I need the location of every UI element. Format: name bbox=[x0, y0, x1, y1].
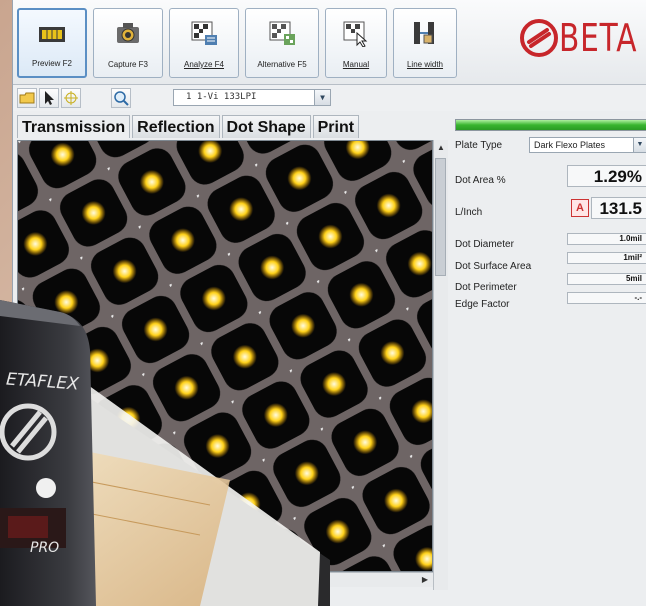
capture-button[interactable]: Capture F3 bbox=[93, 8, 163, 78]
chevron-down-icon[interactable]: ▼ bbox=[314, 90, 330, 105]
camera-icon bbox=[117, 23, 139, 43]
open-folder-button[interactable] bbox=[17, 88, 37, 108]
beta-logo: BETA bbox=[519, 16, 646, 60]
dot-image-viewer[interactable] bbox=[17, 140, 433, 572]
analyze-button[interactable]: Analyze F4 bbox=[169, 8, 239, 78]
dot-diameter-value: 1.0mil bbox=[567, 233, 646, 245]
tab-transmission[interactable]: Transmission bbox=[17, 115, 131, 138]
plate-type-value: Dark Flexo Plates bbox=[534, 140, 606, 150]
app-window: Preview F2 Capture F3 Analyze F4 Alterna… bbox=[12, 0, 646, 606]
results-panel: Plate Type Dark Flexo Plates ▼ Dot Area … bbox=[451, 115, 646, 606]
preview-icon bbox=[39, 27, 65, 42]
line-width-button-label: Line width bbox=[406, 60, 444, 69]
edge-factor-value: -.- bbox=[567, 292, 646, 304]
secondary-toolbar: 1 1-Vi 133LPI ▼ bbox=[13, 85, 646, 111]
line-width-icon bbox=[414, 22, 434, 44]
beta-logo-icon bbox=[520, 19, 558, 57]
open-folder-icon bbox=[19, 92, 35, 104]
manual-button[interactable]: Manual bbox=[325, 8, 387, 78]
zoom-icon bbox=[114, 91, 129, 106]
tab-dot-shape[interactable]: Dot Shape bbox=[221, 115, 311, 138]
screen-select-value: 1 1-Vi 133LPI bbox=[186, 92, 257, 102]
scroll-up-icon[interactable]: ▲ bbox=[435, 142, 447, 154]
scroll-thumb[interactable] bbox=[435, 158, 446, 276]
dot-surface-label: Dot Surface Area bbox=[455, 261, 532, 272]
chevron-down-icon[interactable]: ▼ bbox=[633, 138, 646, 152]
main-toolbar: Preview F2 Capture F3 Analyze F4 Alterna… bbox=[13, 0, 646, 85]
manual-button-label: Manual bbox=[342, 60, 370, 69]
device-pro-badge: PRO bbox=[30, 540, 60, 556]
cursor-icon bbox=[45, 91, 54, 105]
measure-tabs: Transmission Reflection Dot Shape Print bbox=[17, 115, 361, 139]
auto-lpi-badge[interactable]: A bbox=[571, 199, 589, 217]
analyze-icon bbox=[191, 21, 217, 45]
dot-perimeter-label: Dot Perimeter bbox=[455, 282, 517, 293]
alternative-button-label: Alternative F5 bbox=[257, 60, 307, 69]
plate-type-label: Plate Type bbox=[455, 140, 503, 151]
viewer-vertical-scrollbar[interactable]: ▲ bbox=[433, 140, 448, 590]
zoom-button[interactable] bbox=[111, 88, 131, 108]
dot-microscope-image bbox=[18, 141, 432, 571]
analyze-button-label: Analyze F4 bbox=[183, 60, 225, 69]
dot-diameter-label: Dot Diameter bbox=[455, 239, 514, 250]
capture-button-label: Capture F3 bbox=[107, 60, 149, 69]
brand-name: BETA bbox=[559, 16, 638, 60]
scroll-right-icon[interactable]: ▶ bbox=[419, 574, 431, 586]
manual-icon bbox=[343, 21, 368, 47]
dot-area-label: Dot Area % bbox=[455, 175, 506, 186]
tab-reflection[interactable]: Reflection bbox=[132, 115, 220, 138]
line-width-button[interactable]: Line width bbox=[393, 8, 457, 78]
screen-select[interactable]: 1 1-Vi 133LPI ▼ bbox=[173, 89, 331, 106]
lpi-value: 131.5 bbox=[591, 197, 646, 219]
dot-surface-value: 1mil² bbox=[567, 252, 646, 264]
crosshair-button[interactable] bbox=[61, 88, 81, 108]
preview-button[interactable]: Preview F2 bbox=[17, 8, 87, 78]
edge-factor-label: Edge Factor bbox=[455, 299, 510, 310]
progress-fill bbox=[456, 120, 646, 130]
lpi-label: L/Inch bbox=[455, 207, 483, 218]
dot-area-value: 1.29% bbox=[567, 165, 646, 187]
tab-print[interactable]: Print bbox=[312, 115, 360, 138]
preview-button-label: Preview F2 bbox=[31, 59, 72, 68]
crosshair-icon bbox=[64, 91, 78, 105]
dot-perimeter-value: 5mil bbox=[567, 273, 646, 285]
viewer-horizontal-scrollbar[interactable]: ▶ bbox=[17, 572, 433, 587]
plate-type-select[interactable]: Dark Flexo Plates ▼ bbox=[529, 137, 646, 153]
cursor-button[interactable] bbox=[39, 88, 59, 108]
measurement-progress-bar bbox=[455, 119, 646, 131]
alternative-icon bbox=[269, 21, 295, 45]
alternative-button[interactable]: Alternative F5 bbox=[245, 8, 319, 78]
